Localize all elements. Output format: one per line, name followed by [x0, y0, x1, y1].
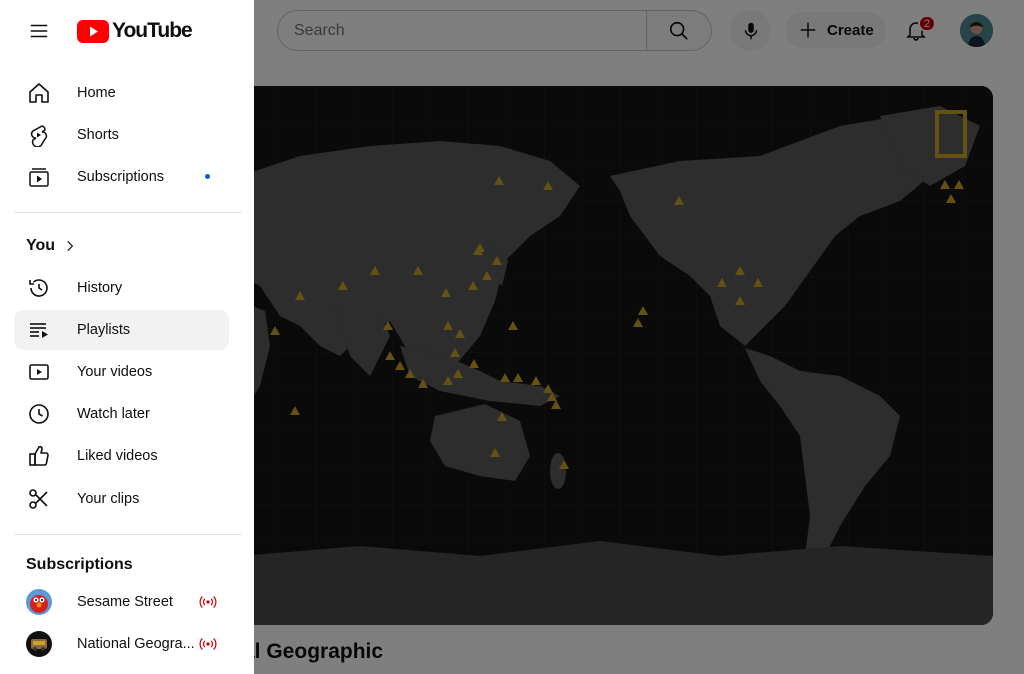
youtube-wordmark: YouTube — [112, 19, 193, 42]
sidebar-item-label: Watch later — [77, 406, 150, 422]
sidebar-divider — [14, 212, 242, 213]
guide-menu-button[interactable] — [22, 14, 56, 48]
sidebar-subscription-sesame-street[interactable]: Sesame Street — [14, 582, 229, 622]
youtube-logo[interactable]: YouTube — [77, 19, 193, 43]
sidebar-item-home[interactable]: Home — [14, 73, 229, 113]
home-icon — [26, 80, 52, 106]
sidebar-item-watch-later[interactable]: Watch later — [14, 394, 229, 434]
sidebar-item-playlists[interactable]: Playlists — [14, 310, 229, 350]
sidebar-item-label: Your videos — [77, 364, 153, 380]
sidebar-item-history[interactable]: History — [14, 268, 229, 308]
sidebar-item-label: Subscriptions — [77, 169, 165, 185]
subscriptions-heading-text: Subscriptions — [26, 556, 133, 573]
hamburger-icon — [30, 24, 48, 38]
live-icon — [199, 595, 217, 609]
channel-avatar — [26, 631, 52, 657]
sidebar-item-liked-videos[interactable]: Liked videos — [14, 436, 229, 476]
new-content-dot — [205, 174, 210, 179]
sidebar-divider — [14, 534, 242, 535]
your-videos-icon — [26, 359, 52, 385]
playlists-icon — [26, 317, 52, 343]
live-icon — [199, 637, 217, 651]
sidebar-item-shorts[interactable]: Shorts — [14, 115, 229, 155]
section-heading-you: You — [26, 237, 56, 254]
sidebar-item-your-clips[interactable]: Your clips — [14, 479, 229, 519]
guide-drawer: YouTube Home Shorts Subscriptions You Hi… — [0, 0, 254, 674]
sidebar-item-label: Liked videos — [77, 448, 158, 464]
scissors-icon — [26, 486, 52, 512]
sidebar-item-label: Your clips — [77, 491, 140, 507]
history-icon — [26, 275, 52, 301]
clock-icon — [26, 401, 52, 427]
sidebar-item-label: Playlists — [77, 322, 131, 338]
sidebar-item-label: National Geogra... — [77, 636, 195, 652]
section-heading-subscriptions: Subscriptions — [26, 556, 133, 574]
sidebar-item-subscriptions[interactable]: Subscriptions — [14, 157, 229, 197]
sidebar-section-you[interactable]: You — [26, 237, 77, 255]
sidebar-item-label: History — [77, 280, 123, 296]
sidebar-subscription-national-geographic[interactable]: National Geogra... — [14, 624, 229, 664]
sidebar-item-label: Shorts — [77, 127, 119, 143]
shorts-icon — [26, 122, 52, 148]
sidebar-item-your-videos[interactable]: Your videos — [14, 352, 229, 392]
channel-avatar — [26, 589, 52, 615]
sidebar-item-label: Home — [77, 85, 116, 101]
sidebar-item-label: Sesame Street — [77, 594, 173, 610]
thumbs-up-icon — [26, 443, 52, 469]
youtube-play-icon — [77, 19, 109, 43]
subscriptions-icon — [26, 164, 52, 190]
chevron-right-icon — [67, 240, 74, 252]
